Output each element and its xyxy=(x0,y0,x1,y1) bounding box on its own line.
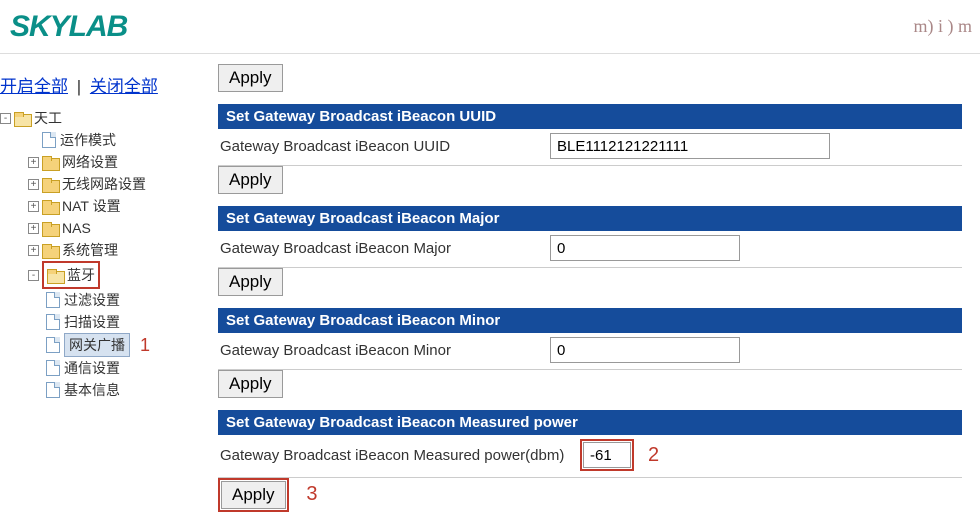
folder-icon xyxy=(42,156,58,169)
logo: SKYLAB xyxy=(0,10,127,44)
page-icon xyxy=(46,337,60,353)
tree-item-bluetooth[interactable]: - 蓝牙 xyxy=(28,261,194,289)
tree-item-filter[interactable]: 过滤设置 xyxy=(46,289,194,311)
expand-icon[interactable]: + xyxy=(28,179,39,190)
tree-toggle-links: 开启全部 | 关闭全部 xyxy=(0,64,194,107)
tree-item-wireless[interactable]: + 无线网路设置 xyxy=(28,173,194,195)
page-icon xyxy=(42,132,56,148)
major-label: Gateway Broadcast iBeacon Major xyxy=(220,240,550,257)
tree-item-nas[interactable]: + NAS xyxy=(28,217,194,239)
apply-major-button[interactable]: Apply xyxy=(218,268,283,296)
apply-minor-button[interactable]: Apply xyxy=(218,370,283,398)
major-group: Set Gateway Broadcast iBeacon Major Gate… xyxy=(218,206,962,296)
selected-item-label: 网关广播 xyxy=(64,333,130,357)
nav-tree: - 天工 运作模式 + 网络设置 + xyxy=(0,107,194,401)
expand-icon[interactable]: + xyxy=(28,223,39,234)
apply-uuid-button[interactable]: Apply xyxy=(218,166,283,194)
main-content: Apply Set Gateway Broadcast iBeacon UUID… xyxy=(200,54,980,524)
page-icon xyxy=(46,314,60,330)
apply-mp-button[interactable]: Apply xyxy=(221,481,286,509)
uuid-group: Set Gateway Broadcast iBeacon UUID Gatew… xyxy=(218,104,962,194)
page-icon xyxy=(46,292,60,308)
folder-open-icon xyxy=(47,269,63,282)
mp-label: Gateway Broadcast iBeacon Measured power… xyxy=(220,447,580,464)
callout-2: 2 xyxy=(648,444,659,467)
tree-item-scan[interactable]: 扫描设置 xyxy=(46,311,194,333)
tree-item-nat[interactable]: + NAT 设置 xyxy=(28,195,194,217)
tree-item-network[interactable]: + 网络设置 xyxy=(28,151,194,173)
mp-group: Set Gateway Broadcast iBeacon Measured p… xyxy=(218,410,962,512)
highlight-box-mp xyxy=(580,439,634,471)
folder-icon xyxy=(42,244,58,257)
minor-label: Gateway Broadcast iBeacon Minor xyxy=(220,342,550,359)
expand-icon[interactable]: + xyxy=(28,201,39,212)
mp-input[interactable] xyxy=(583,442,631,468)
collapse-icon[interactable]: - xyxy=(0,113,11,124)
page-icon xyxy=(46,360,60,376)
collapse-icon[interactable]: - xyxy=(28,270,39,281)
major-header: Set Gateway Broadcast iBeacon Major xyxy=(218,206,962,231)
uuid-label: Gateway Broadcast iBeacon UUID xyxy=(220,138,550,155)
header: SKYLAB m) i ) m xyxy=(0,0,980,54)
folder-icon xyxy=(42,222,58,235)
highlight-box-apply: Apply xyxy=(218,478,289,512)
expand-icon[interactable]: + xyxy=(28,245,39,256)
open-all-link[interactable]: 开启全部 xyxy=(0,77,68,96)
folder-icon xyxy=(42,178,58,191)
uuid-input[interactable] xyxy=(550,133,830,159)
tree-item-basic-info[interactable]: 基本信息 xyxy=(46,379,194,401)
tree-item-system[interactable]: + 系统管理 xyxy=(28,239,194,261)
uuid-header: Set Gateway Broadcast iBeacon UUID xyxy=(218,104,962,129)
tree-item-operation-mode[interactable]: 运作模式 xyxy=(28,129,194,151)
folder-icon xyxy=(42,200,58,213)
close-all-link[interactable]: 关闭全部 xyxy=(90,77,158,96)
tree-item-gateway-broadcast[interactable]: 网关广播 1 xyxy=(46,333,194,357)
tree-item-comm[interactable]: 通信设置 xyxy=(46,357,194,379)
mp-header: Set Gateway Broadcast iBeacon Measured p… xyxy=(218,410,962,435)
sidebar: 开启全部 | 关闭全部 - 天工 运作模式 + xyxy=(0,54,200,524)
callout-1: 1 xyxy=(140,334,150,356)
minor-header: Set Gateway Broadcast iBeacon Minor xyxy=(218,308,962,333)
minor-group: Set Gateway Broadcast iBeacon Minor Gate… xyxy=(218,308,962,398)
callout-3: 3 xyxy=(306,483,317,505)
highlight-box-bluetooth: 蓝牙 xyxy=(42,261,100,289)
minor-input[interactable] xyxy=(550,337,740,363)
page-icon xyxy=(46,382,60,398)
major-input[interactable] xyxy=(550,235,740,261)
mim-badge: m) i ) m xyxy=(906,12,980,41)
logo-text: SKYLAB xyxy=(10,10,127,43)
apply-top-button[interactable]: Apply xyxy=(218,64,283,92)
folder-open-icon xyxy=(14,112,30,125)
tree-root[interactable]: - 天工 xyxy=(0,107,194,129)
expand-icon[interactable]: + xyxy=(28,157,39,168)
